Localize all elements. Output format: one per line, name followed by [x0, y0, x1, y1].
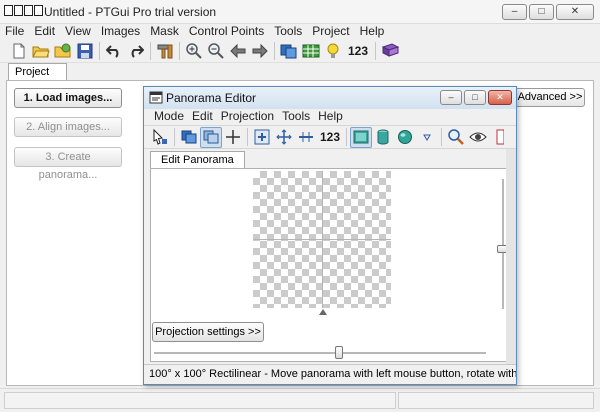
table-icon[interactable]: [300, 41, 322, 61]
show-images-icon[interactable]: [178, 127, 200, 148]
center-marker-icon: [319, 309, 327, 315]
pe-numbering-button[interactable]: 123: [317, 127, 343, 148]
menu-project[interactable]: Project: [307, 24, 354, 39]
horizontal-fov-slider-thumb[interactable]: [335, 346, 343, 359]
maximize-button[interactable]: □: [529, 4, 554, 20]
straighten-icon[interactable]: [295, 127, 317, 148]
save-icon[interactable]: [74, 41, 96, 61]
align-images-button[interactable]: 2. Align images...: [14, 117, 122, 137]
cylinder-projection-icon[interactable]: [372, 127, 394, 148]
toolbar-separator: [274, 41, 275, 60]
panorama-editor-app-icon: [149, 91, 163, 104]
tab-edit-panorama[interactable]: Edit Panorama: [150, 151, 245, 169]
numbering-label: 123: [347, 43, 369, 58]
overflow-toolbar-icon[interactable]: [489, 127, 511, 148]
panorama-canvas[interactable]: Projection settings >>: [150, 168, 510, 362]
crosshair-icon[interactable]: [222, 127, 244, 148]
horizontal-center-line: [253, 239, 391, 240]
pe-menu-help[interactable]: Help: [314, 109, 347, 125]
redo-icon[interactable]: [125, 41, 147, 61]
batch-icon[interactable]: [379, 41, 401, 61]
open-icon[interactable]: [30, 41, 52, 61]
menu-mask[interactable]: Mask: [145, 24, 184, 39]
center-point-icon[interactable]: [273, 127, 295, 148]
pe-maximize-button[interactable]: □: [464, 90, 486, 105]
panorama-editor-title: Panorama Editor: [166, 91, 257, 105]
tab-project-assistant[interactable]: Project Assistant: [8, 63, 67, 95]
close-button[interactable]: ✕: [556, 4, 594, 20]
window-title: Untitled - PTGui Pro trial version: [44, 5, 217, 19]
zoom-out-icon[interactable]: [205, 41, 227, 61]
horizontal-fov-slider[interactable]: [154, 352, 486, 354]
back-arrow-icon[interactable]: [227, 41, 249, 61]
menu-tools[interactable]: Tools: [269, 24, 307, 39]
app-icon: [4, 5, 43, 16]
menu-help[interactable]: Help: [355, 24, 390, 39]
menu-images[interactable]: Images: [96, 24, 145, 39]
pe-menu-tools[interactable]: Tools: [278, 109, 314, 125]
panorama-editor-status: 100° x 100° Rectilinear - Move panorama …: [144, 364, 516, 384]
pe-menu-projection[interactable]: Projection: [217, 109, 278, 125]
bulb-icon[interactable]: [322, 41, 344, 61]
fit-panorama-icon[interactable]: [251, 127, 273, 148]
title-bar: Untitled - PTGui Pro trial version – □ ✕: [0, 0, 600, 24]
pe-numbering-label: 123: [319, 130, 341, 144]
toolbar-separator: [174, 128, 175, 146]
main-toolbar: 123: [0, 39, 600, 63]
menu-file[interactable]: File: [0, 24, 29, 39]
panorama-preview-area[interactable]: [253, 171, 391, 308]
undo-icon[interactable]: [103, 41, 125, 61]
forward-arrow-icon[interactable]: [249, 41, 271, 61]
load-images-button[interactable]: 1. Load images...: [14, 88, 122, 108]
menu-view[interactable]: View: [60, 24, 96, 39]
toolbar-separator: [375, 41, 376, 60]
menu-edit[interactable]: Edit: [29, 24, 60, 39]
panorama-editor-title-bar: Panorama Editor – □ ✕: [144, 87, 516, 109]
panorama-editor-icon[interactable]: [278, 41, 300, 61]
dropdown-arrow-icon[interactable]: [416, 127, 438, 148]
toolbar-separator: [346, 128, 347, 146]
pe-menu-mode[interactable]: Mode: [150, 109, 188, 125]
pe-minimize-button[interactable]: –: [440, 90, 462, 105]
open-recent-icon[interactable]: [52, 41, 74, 61]
status-cell-secondary: [398, 392, 594, 409]
projection-settings-button[interactable]: Projection settings >>: [152, 322, 264, 342]
select-pointer-icon[interactable]: [149, 127, 171, 148]
zoom-in-icon[interactable]: [183, 41, 205, 61]
toolbar-separator: [441, 128, 442, 146]
advanced-button[interactable]: Advanced >>: [515, 88, 585, 107]
hammer-icon[interactable]: [154, 41, 176, 61]
numbering-button[interactable]: 123: [344, 41, 372, 61]
panorama-editor-window: Panorama Editor – □ ✕ Mode Edit Projecti…: [143, 86, 517, 385]
pe-zoom-icon[interactable]: [445, 127, 467, 148]
move-images-icon[interactable]: [200, 126, 222, 148]
pe-menu-edit[interactable]: Edit: [188, 109, 217, 125]
create-panorama-button[interactable]: 3. Create panorama...: [14, 147, 122, 181]
vertical-fov-slider[interactable]: [502, 179, 504, 309]
toolbar-separator: [179, 41, 180, 60]
status-cell-main: [4, 392, 396, 409]
panorama-editor-toolbar: 123: [144, 125, 516, 149]
panorama-editor-menu-bar: Mode Edit Projection Tools Help: [144, 109, 516, 125]
pe-close-button[interactable]: ✕: [488, 90, 512, 105]
preview-eye-icon[interactable]: [467, 127, 489, 148]
toolbar-separator: [99, 41, 100, 60]
toolbar-separator: [150, 41, 151, 60]
panorama-editor-side-gutter: [506, 149, 516, 364]
status-bar: [0, 388, 600, 412]
minimize-button[interactable]: –: [502, 4, 527, 20]
menu-bar: File Edit View Images Mask Control Point…: [0, 24, 600, 39]
flat-projection-icon[interactable]: [350, 126, 372, 148]
menu-control-points[interactable]: Control Points: [184, 24, 269, 39]
sphere-projection-icon[interactable]: [394, 127, 416, 148]
toolbar-separator: [247, 128, 248, 146]
new-icon[interactable]: [8, 41, 30, 61]
